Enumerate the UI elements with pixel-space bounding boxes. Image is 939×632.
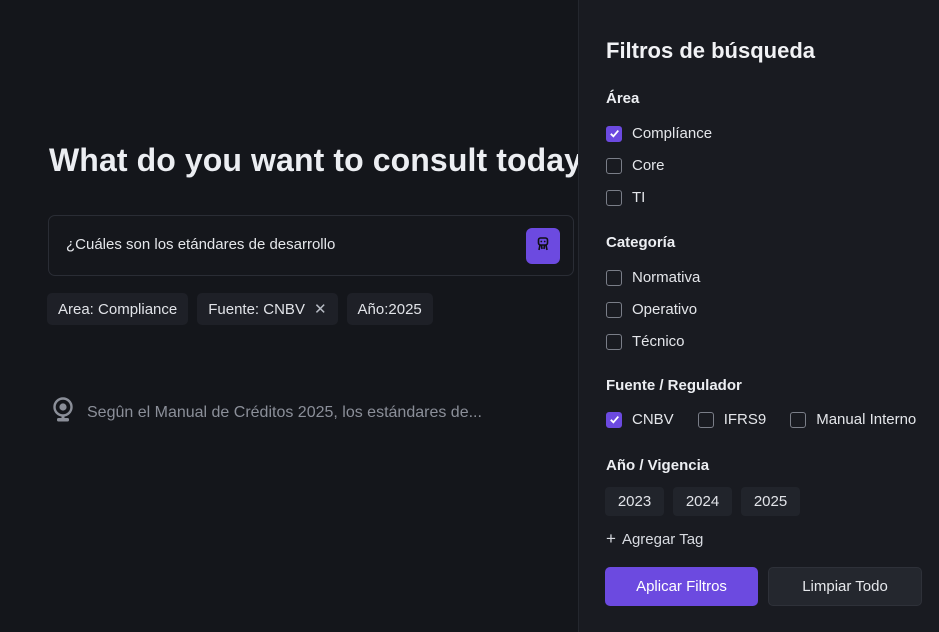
answer-preview: Segûn el Manual de Créditos 2025, los es…: [52, 397, 482, 428]
search-input-value[interactable]: ¿Cuáles son los etándares de desarrollo: [66, 236, 335, 253]
year-options: 2023 2024 2025: [605, 487, 800, 516]
checkbox[interactable]: [606, 411, 622, 428]
year-2023[interactable]: 2023: [605, 487, 664, 516]
checkbox[interactable]: [606, 125, 622, 142]
checkbox-ifrs9[interactable]: IFRS9: [697, 411, 767, 428]
check-icon: [609, 416, 619, 424]
chip-area[interactable]: Area: Compliance: [47, 293, 189, 325]
checkbox-label: IFRS9: [723, 411, 767, 428]
section-label-area: Área: [606, 90, 640, 107]
checkbox[interactable]: [606, 301, 622, 318]
search-input[interactable]: ¿Cuáles son los etándares de desarrollo: [48, 215, 574, 276]
checkbox-label: Normativa: [632, 269, 701, 286]
section-label-categoria: Categoría: [606, 234, 676, 251]
page-title: What do you want to consult today?: [49, 142, 602, 178]
checkbox-ti[interactable]: TI: [606, 189, 645, 206]
close-icon[interactable]: ✕: [314, 300, 327, 318]
section-label-anio: Año / Vigencia: [606, 457, 710, 474]
filters-panel: Filtros de búsqueda Área Complíance Core…: [578, 0, 939, 632]
chip-label: Año:2025: [357, 300, 422, 318]
checkbox[interactable]: [606, 189, 622, 206]
checkbox-normativa[interactable]: Normativa: [606, 269, 700, 286]
checkbox[interactable]: [606, 269, 622, 286]
chip-fuente[interactable]: Fuente: CNBV ✕: [197, 293, 338, 325]
checkbox-label: Core: [632, 157, 665, 174]
panel-title: Filtros de búsqueda: [606, 38, 816, 63]
chip-label: Fuente: CNBV: [208, 300, 305, 318]
checkbox-label: Técnico: [632, 333, 685, 350]
checkbox[interactable]: [697, 411, 714, 428]
robot-icon: [535, 236, 551, 257]
add-tag-label: Agregar Tag: [621, 530, 704, 548]
checkbox-label: Operativo: [632, 301, 698, 318]
fuente-options: CNBV IFRS9 Manual Interno: [606, 411, 916, 428]
webcam-icon: [52, 397, 74, 428]
send-button[interactable]: [526, 228, 560, 264]
checkbox[interactable]: [606, 333, 622, 350]
checkbox-label: Complíance: [632, 125, 713, 142]
checkbox-label: Manual Interno: [816, 411, 917, 428]
checkbox-cnbv[interactable]: CNBV: [606, 411, 674, 428]
chip-label: Area: Compliance: [58, 300, 178, 318]
chip-anio[interactable]: Año:2025: [346, 293, 433, 325]
check-icon: [609, 130, 619, 138]
checkbox-label: TI: [632, 189, 646, 206]
checkbox-manual-interno[interactable]: Manual Interno: [790, 411, 916, 428]
checkbox-tecnico[interactable]: Técnico: [606, 333, 685, 350]
section-label-fuente: Fuente / Regulador: [606, 377, 742, 394]
year-2025[interactable]: 2025: [741, 487, 800, 516]
add-tag-button[interactable]: + Agregar Tag: [606, 529, 703, 549]
year-2024[interactable]: 2024: [673, 487, 732, 516]
answer-text: Segûn el Manual de Créditos 2025, los es…: [87, 403, 482, 421]
apply-filters-button[interactable]: Aplicar Filtros: [605, 567, 758, 606]
checkbox[interactable]: [606, 157, 622, 174]
checkbox-core[interactable]: Core: [606, 157, 665, 174]
plus-icon: +: [606, 529, 616, 548]
checkbox-label: CNBV: [632, 411, 674, 428]
main-area: What do you want to consult today? ¿Cuál…: [0, 0, 602, 632]
checkbox[interactable]: [790, 411, 807, 428]
checkbox-operativo[interactable]: Operativo: [606, 301, 697, 318]
clear-all-button[interactable]: Limpiar Todo: [768, 567, 922, 606]
checkbox-compliance[interactable]: Complíance: [606, 125, 712, 142]
active-filter-chips: Area: Compliance Fuente: CNBV ✕ Año:2025: [47, 293, 433, 325]
